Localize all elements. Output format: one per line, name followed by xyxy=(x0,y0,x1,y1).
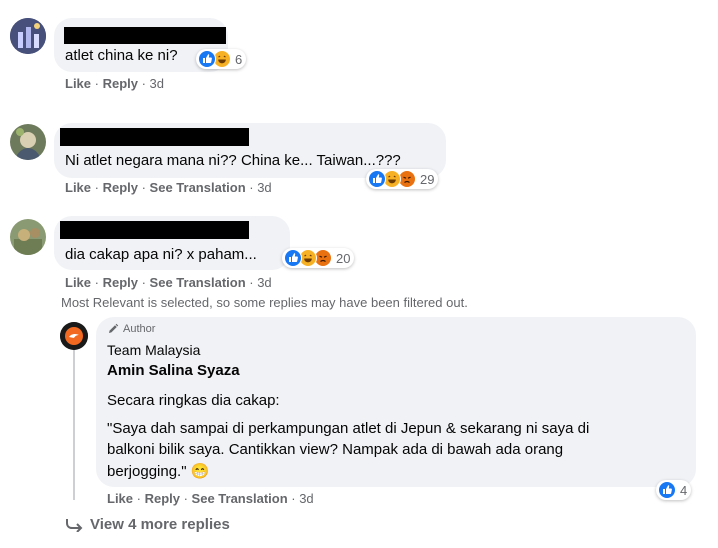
commenter-1-name-redacted xyxy=(64,27,226,44)
reply-page-name[interactable]: Team Malaysia xyxy=(107,342,200,358)
comment-3-actions: Like · Reply · See Translation · 3d xyxy=(65,275,272,290)
comment-1-timestamp[interactable]: 3d xyxy=(150,76,164,91)
comment-3-reactions[interactable]: 20 xyxy=(282,248,355,268)
view-more-replies[interactable]: View 4 more replies xyxy=(65,516,230,533)
reply-reaction-count: 4 xyxy=(680,482,688,498)
reply-link[interactable]: Reply xyxy=(103,180,138,195)
pencil-icon xyxy=(109,323,119,333)
reply-link[interactable]: Reply xyxy=(103,275,138,290)
comment-1-reaction-count: 6 xyxy=(235,51,243,67)
author-badge-label: Author xyxy=(123,323,156,335)
see-translation-link[interactable]: See Translation xyxy=(150,275,246,290)
reply-timestamp[interactable]: 3d xyxy=(299,491,313,506)
reply-link[interactable]: Reply xyxy=(145,491,180,506)
author-badge: Author xyxy=(107,323,155,335)
reply-reactions[interactable]: 4 xyxy=(656,480,692,500)
comment-3-text: dia cakap apa ni? x paham... xyxy=(65,246,257,263)
commenter-3-avatar[interactable] xyxy=(10,219,46,255)
comment-1-actions: Like · Reply · 3d xyxy=(65,76,165,91)
reply-quote-line-2: balkoni bilik saya. Cantikkan view? Namp… xyxy=(107,441,564,458)
comment-2-reaction-count: 29 xyxy=(420,171,435,187)
comment-3-reaction-count: 20 xyxy=(336,250,351,266)
commenter-2-name-redacted xyxy=(60,128,249,146)
like-reaction-icon xyxy=(658,481,676,499)
see-translation-link[interactable]: See Translation xyxy=(192,491,288,506)
comment-1-reactions[interactable]: 6 xyxy=(196,49,247,69)
reply-quote-line-1: "Saya dah sampai di perkampungan atlet d… xyxy=(107,420,590,437)
like-reaction-icon xyxy=(284,249,302,267)
like-link[interactable]: Like xyxy=(65,180,91,195)
reply-actions: Like · Reply · See Translation · 3d xyxy=(107,491,314,506)
commenter-2-avatar[interactable] xyxy=(10,124,46,160)
reply-thread-line xyxy=(73,350,75,500)
commenter-1-avatar[interactable] xyxy=(10,18,46,54)
like-link[interactable]: Like xyxy=(65,275,91,290)
reply-quote-line-3-text: berjogging." xyxy=(107,463,187,480)
view-more-replies-label: View 4 more replies xyxy=(90,516,230,533)
like-reaction-icon xyxy=(368,170,386,188)
comment-1-text: atlet china ke ni? xyxy=(65,47,178,64)
team-malaysia-avatar[interactable] xyxy=(60,322,88,350)
comment-2-actions: Like · Reply · See Translation · 3d xyxy=(65,180,272,195)
filter-notice: Most Relevant is selected, so some repli… xyxy=(61,295,468,310)
comment-2-timestamp[interactable]: 3d xyxy=(257,180,271,195)
like-reaction-icon xyxy=(198,50,216,68)
comment-3-timestamp[interactable]: 3d xyxy=(257,275,271,290)
reply-intro-text: Secara ringkas dia cakap: xyxy=(107,392,280,409)
reply-link[interactable]: Reply xyxy=(103,76,138,91)
reply-quote-line-3: berjogging." 😁 xyxy=(107,462,209,480)
comment-2-reactions[interactable]: 29 xyxy=(366,169,439,189)
reply-sub-author: Amin Salina Syaza xyxy=(107,362,240,379)
reply-arrow-icon xyxy=(66,518,83,532)
grin-emoji-icon: 😁 xyxy=(190,463,210,480)
like-link[interactable]: Like xyxy=(107,491,133,506)
comment-2-text: Ni atlet negara mana ni?? China ke... Ta… xyxy=(65,152,401,169)
like-link[interactable]: Like xyxy=(65,76,91,91)
see-translation-link[interactable]: See Translation xyxy=(150,180,246,195)
commenter-3-name-redacted xyxy=(60,221,249,239)
